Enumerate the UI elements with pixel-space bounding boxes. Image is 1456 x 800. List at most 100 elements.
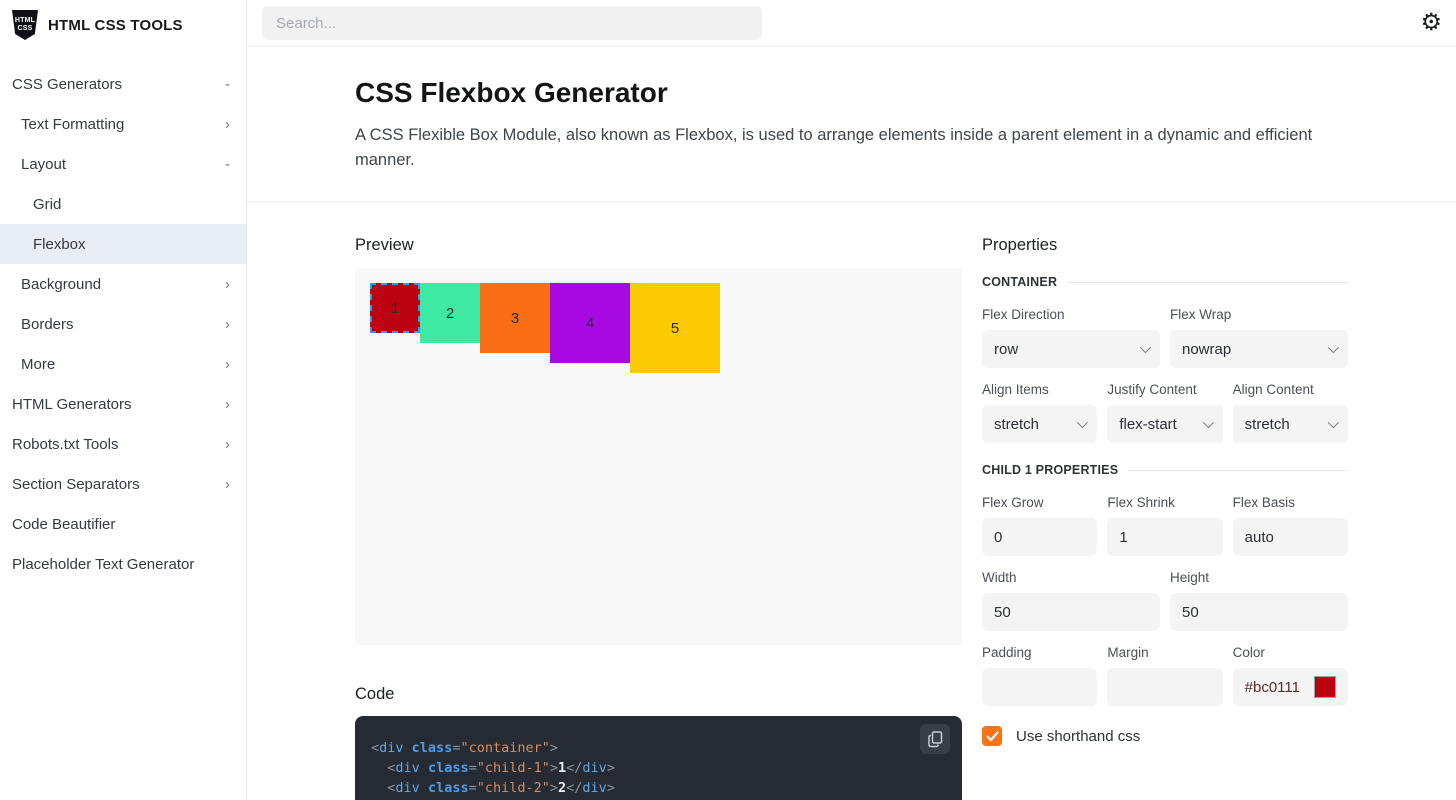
field-flex-shrink: Flex Shrink 1 bbox=[1107, 495, 1222, 556]
field-padding: Padding bbox=[982, 645, 1097, 706]
sidebar-item-text-formatting[interactable]: Text Formatting› bbox=[0, 104, 246, 144]
select-value: stretch bbox=[994, 416, 1039, 433]
sidebar-item-html-generators[interactable]: HTML Generators › bbox=[0, 384, 246, 424]
field-label: Flex Direction bbox=[982, 307, 1160, 322]
field-margin: Margin bbox=[1107, 645, 1222, 706]
field-color: Color #bc0111 bbox=[1233, 645, 1348, 706]
sidebar-item-label: Background bbox=[21, 276, 101, 293]
sidebar-item-css-generators[interactable]: CSS Generators - bbox=[0, 64, 246, 104]
preview-box-3[interactable]: 3 bbox=[480, 283, 550, 353]
field-label: Height bbox=[1170, 570, 1348, 585]
code-line: <div class="container"> bbox=[371, 738, 946, 758]
color-input[interactable]: #bc0111 bbox=[1233, 668, 1348, 706]
code-line: <div class="child-2">2</div> bbox=[371, 778, 946, 798]
page-title: CSS Flexbox Generator bbox=[355, 77, 1348, 109]
preview-box-5[interactable]: 5 bbox=[630, 283, 720, 373]
intro: CSS Flexbox Generator A CSS Flexible Box… bbox=[355, 47, 1348, 173]
sidebar-item-borders[interactable]: Borders› bbox=[0, 304, 246, 344]
select-value: nowrap bbox=[1182, 341, 1231, 358]
input-value: 50 bbox=[994, 604, 1011, 621]
flex-direction-select[interactable]: row bbox=[982, 330, 1160, 368]
width-input[interactable]: 50 bbox=[982, 593, 1160, 631]
chevron-right-icon: › bbox=[225, 476, 230, 493]
input-value: 0 bbox=[994, 529, 1002, 546]
sidebar-item-grid[interactable]: Grid bbox=[0, 184, 246, 224]
prop-section-title: CONTAINER bbox=[982, 275, 1057, 289]
topbar: ⚙ bbox=[247, 0, 1456, 47]
chevron-right-icon: › bbox=[225, 436, 230, 453]
field-label: Margin bbox=[1107, 645, 1222, 660]
main: ⚙ CSS Flexbox Generator A CSS Flexible B… bbox=[247, 0, 1456, 800]
prop-section-title: CHILD 1 PROPERTIES bbox=[982, 463, 1118, 477]
prop-row: Padding Margin Color #bc0111 bbox=[982, 645, 1348, 706]
margin-input[interactable] bbox=[1107, 668, 1222, 706]
copy-button[interactable] bbox=[920, 724, 950, 754]
preview-box-4[interactable]: 4 bbox=[550, 283, 630, 363]
sidebar-item-section-separators[interactable]: Section Separators › bbox=[0, 464, 246, 504]
chevron-down-icon bbox=[1140, 342, 1151, 353]
preview-panel: 1 2 34 5 bbox=[355, 268, 962, 645]
flex-wrap-select[interactable]: nowrap bbox=[1170, 330, 1348, 368]
sidebar-item-label: Layout bbox=[21, 156, 66, 173]
sidebar-item-label: HTML Generators bbox=[12, 396, 131, 413]
prop-section-header: CHILD 1 PROPERTIES bbox=[982, 463, 1348, 477]
code-heading: Code bbox=[355, 685, 962, 704]
flex-shrink-input[interactable]: 1 bbox=[1107, 518, 1222, 556]
justify-content-select[interactable]: flex-start bbox=[1107, 405, 1222, 443]
sidebar-item-label: Section Separators bbox=[12, 476, 140, 493]
flex-basis-input[interactable]: auto bbox=[1233, 518, 1348, 556]
sidebar-nav: CSS Generators - Text Formatting› Layout - Gr… bbox=[0, 64, 246, 584]
chevron-down-icon bbox=[1328, 417, 1339, 428]
code-panel: <div class="container"> <div class="chil… bbox=[355, 716, 962, 800]
collapse-indicator: - bbox=[225, 156, 230, 173]
sidebar-item-label: CSS Generators bbox=[12, 76, 122, 93]
sidebar-item-flexbox[interactable]: Flexbox bbox=[0, 224, 246, 264]
sidebar-item-label: Flexbox bbox=[33, 236, 86, 253]
field-align-items: Align Items stretch bbox=[982, 382, 1097, 443]
preview-box-2[interactable]: 2 bbox=[420, 283, 480, 343]
field-label: Align Content bbox=[1233, 382, 1348, 397]
field-label: Flex Wrap bbox=[1170, 307, 1348, 322]
height-input[interactable]: 50 bbox=[1170, 593, 1348, 631]
prop-section-rule bbox=[1067, 282, 1348, 283]
sidebar-item-background[interactable]: Background› bbox=[0, 264, 246, 304]
sidebar-item-label: Code Beautifier bbox=[12, 516, 115, 533]
align-items-select[interactable]: stretch bbox=[982, 405, 1097, 443]
content: CSS Flexbox Generator A CSS Flexible Box… bbox=[247, 47, 1456, 800]
field-label: Flex Shrink bbox=[1107, 495, 1222, 510]
color-swatch[interactable] bbox=[1314, 676, 1336, 698]
sidebar: HTML CSS HTML CSS TOOLS CSS Generators - T… bbox=[0, 0, 247, 800]
padding-input[interactable] bbox=[982, 668, 1097, 706]
sidebar-item-placeholder-text-generator[interactable]: Placeholder Text Generator bbox=[0, 544, 246, 584]
preview-box-label: 2 bbox=[446, 305, 454, 322]
field-label: Width bbox=[982, 570, 1160, 585]
field-label: Color bbox=[1233, 645, 1348, 660]
shorthand-checkbox[interactable] bbox=[982, 726, 1002, 746]
gear-icon[interactable]: ⚙ bbox=[1420, 11, 1442, 35]
workspace: Preview 12345 Code <div class="container… bbox=[355, 202, 1348, 800]
field-label: Align Items bbox=[982, 382, 1097, 397]
field-width: Width 50 bbox=[982, 570, 1160, 631]
brand-title: HTML CSS TOOLS bbox=[48, 17, 183, 34]
brand[interactable]: HTML CSS HTML CSS TOOLS bbox=[0, 0, 246, 50]
preview-box-1[interactable]: 1 bbox=[370, 283, 420, 333]
sidebar-item-label: More bbox=[21, 356, 55, 373]
collapse-indicator: - bbox=[225, 76, 230, 93]
field-label: Padding bbox=[982, 645, 1097, 660]
chevron-right-icon: › bbox=[225, 396, 230, 413]
page-description: A CSS Flexible Box Module, also known as… bbox=[355, 123, 1348, 173]
field-label: Flex Basis bbox=[1233, 495, 1348, 510]
prop-section: CONTAINER Flex Direction row Flex Wrap nowra… bbox=[982, 275, 1348, 443]
sidebar-item-robots-txt-tools[interactable]: Robots.txt Tools› bbox=[0, 424, 246, 464]
color-value: #bc0111 bbox=[1245, 679, 1300, 696]
flex-grow-input[interactable]: 0 bbox=[982, 518, 1097, 556]
brand-logo-line1: HTML bbox=[15, 17, 35, 25]
sidebar-item-layout[interactable]: Layout - bbox=[0, 144, 246, 184]
preview-box-label: 5 bbox=[671, 320, 679, 337]
prop-section-rule bbox=[1128, 470, 1348, 471]
prop-row: Flex Direction row Flex Wrap nowrap bbox=[982, 307, 1348, 368]
search-input[interactable] bbox=[262, 6, 762, 40]
sidebar-item-more[interactable]: More› bbox=[0, 344, 246, 384]
sidebar-item-code-beautifier[interactable]: Code Beautifier bbox=[0, 504, 246, 544]
align-content-select[interactable]: stretch bbox=[1233, 405, 1348, 443]
